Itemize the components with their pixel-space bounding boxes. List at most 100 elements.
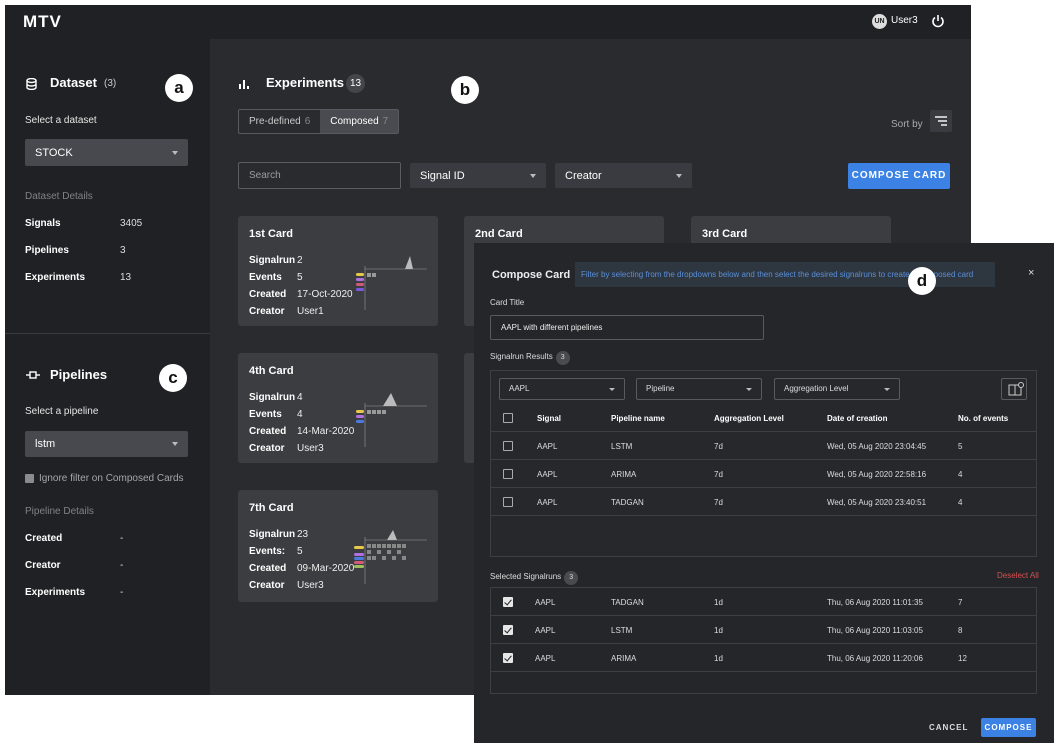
card-title: 2nd Card [475,228,523,240]
signal-id-filter[interactable]: Signal ID [410,163,546,188]
card-value: 2 [297,255,303,266]
user-name[interactable]: User3 [891,15,918,26]
cancel-button[interactable]: CANCEL [929,723,968,732]
pipeline-select-label: Select a pipeline [25,406,99,417]
card-visualization [356,393,427,447]
pipeline-value-created: - [120,533,124,544]
experiment-card[interactable]: 1st Card Signalrun 2 Events 5 Created 17-Oc… [238,216,438,326]
card-value: 23 [297,529,309,540]
experiment-card[interactable]: 7th Card Signalrun 23 Events: 5 Created 09-… [238,490,438,602]
app-logo[interactable]: MTV [23,12,62,32]
row-checkbox[interactable] [503,441,513,451]
user-avatar[interactable]: UN [872,14,887,29]
results-row[interactable]: AAPL LSTM 7d Wed, 05 Aug 2020 23:04:45 5 [491,432,1036,460]
close-icon[interactable]: × [1028,267,1034,279]
detail-value-signals: 3405 [120,218,143,229]
signal-filter-select[interactable]: AAPL [499,378,625,400]
compose-button[interactable]: COMPOSE [981,718,1036,737]
col-signal: Signal [537,414,562,423]
results-row[interactable]: AAPL ARIMA 7d Wed, 05 Aug 2020 22:58:16 … [491,460,1036,488]
signal-id-filter-label: Signal ID [420,169,465,182]
pipeline-key-created: Created [25,533,63,544]
dataset-details-label: Dataset Details [25,191,93,202]
experiment-card[interactable]: 4th Card Signalrun 4 Events 4 Created 14-Ma… [238,353,438,463]
selected-row[interactable]: AAPL LSTM 1d Thu, 06 Aug 2020 11:03:05 8 [491,616,1036,644]
card-value: 4 [297,392,303,403]
tab-predefined-count: 6 [304,116,311,127]
card-value: User3 [297,443,324,454]
cell-signal: AAPL [537,442,558,451]
row-checkbox-checked[interactable] [503,625,513,635]
deselect-all-link[interactable]: Deselect All [997,571,1039,580]
cell-date: Thu, 06 Aug 2020 11:01:35 [827,598,923,607]
search-input[interactable]: Search [238,162,401,189]
cell-date: Thu, 06 Aug 2020 11:03:05 [827,626,923,635]
card-key: Created [249,426,287,437]
selected-row[interactable]: AAPL TADGAN 1d Thu, 06 Aug 2020 11:01:35… [491,588,1036,616]
card-key: Creator [249,443,285,454]
pipeline-filter-select[interactable]: Pipeline [636,378,762,400]
cell-date: Thu, 06 Aug 2020 11:20:06 [827,654,923,663]
power-icon[interactable] [931,13,945,29]
card-key: Signalrun [249,392,296,403]
row-checkbox-checked[interactable] [503,653,513,663]
pipeline-key-experiments: Experiments [25,587,86,598]
cell-signal: AAPL [537,470,558,479]
selected-signalruns-table: AAPL TADGAN 1d Thu, 06 Aug 2020 11:01:35… [490,587,1037,694]
cell-signal: AAPL [535,626,556,635]
cell-aggregation: 1d [714,626,723,635]
row-checkbox-checked[interactable] [503,597,513,607]
select-all-checkbox[interactable] [503,413,513,423]
sort-button[interactable] [930,110,952,132]
aggregation-filter-select[interactable]: Aggregation Level [774,378,900,400]
pipeline-value-experiments: - [120,587,124,598]
tab-composed[interactable]: Composed 7 [320,110,399,133]
card-visualization [356,256,427,310]
pipeline-select[interactable]: lstm [25,431,188,457]
cell-date: Wed, 05 Aug 2020 23:40:51 [827,498,927,507]
ignore-filter-label[interactable]: Ignore filter on Composed Cards [39,473,184,484]
card-visualization [354,530,427,584]
card-key: Creator [249,306,285,317]
card-key: Events [249,409,282,420]
column-settings-icon [1008,382,1024,396]
card-title-input[interactable]: AAPL with different pipelines [490,315,764,340]
modal-title: Compose Card [492,269,571,281]
card-title-label: Card Title [490,298,525,307]
dataset-select-label: Select a dataset [25,115,97,126]
cell-aggregation: 7d [714,498,723,507]
ignore-filter-checkbox[interactable] [25,474,34,483]
row-checkbox[interactable] [503,497,513,507]
cell-signal: AAPL [535,598,556,607]
dataset-select[interactable]: STOCK [25,139,188,166]
pipeline-value-creator: - [120,560,124,571]
selected-row[interactable]: AAPL ARIMA 1d Thu, 06 Aug 2020 11:20:06 … [491,644,1036,672]
column-settings-button[interactable] [1001,378,1027,400]
selected-signalruns-label: Selected Signalruns 3 [490,571,579,585]
label-d: d [908,267,936,295]
detail-value-pipelines: 3 [120,245,126,256]
creator-filter[interactable]: Creator [555,163,692,188]
pipeline-filter-value: Pipeline [646,384,675,393]
experiments-count: 13 [346,74,365,93]
card-value: 5 [297,546,303,557]
label-a: a [165,74,193,102]
cell-pipeline: TADGAN [611,598,644,607]
compose-card-button[interactable]: COMPOSE CARD [848,163,950,189]
cell-pipeline: LSTM [611,442,633,451]
pipelines-title: Pipelines [50,367,108,382]
tab-predefined[interactable]: Pre-defined 6 [239,110,320,133]
sort-by-label: Sort by [891,119,923,130]
chevron-down-icon [172,442,178,446]
card-key: Events [249,272,282,283]
dataset-select-value: STOCK [35,146,73,159]
results-row[interactable]: AAPL TADGAN 7d Wed, 05 Aug 2020 23:40:51… [491,488,1036,516]
cell-events: 12 [958,654,967,663]
card-value: 5 [297,272,303,283]
card-key: Signalrun [249,529,296,540]
card-tabs: Pre-defined 6 Composed 7 [238,109,400,134]
label-b: b [451,76,479,104]
card-value: User1 [297,306,324,317]
experiments-title: Experiments [266,75,345,90]
row-checkbox[interactable] [503,469,513,479]
